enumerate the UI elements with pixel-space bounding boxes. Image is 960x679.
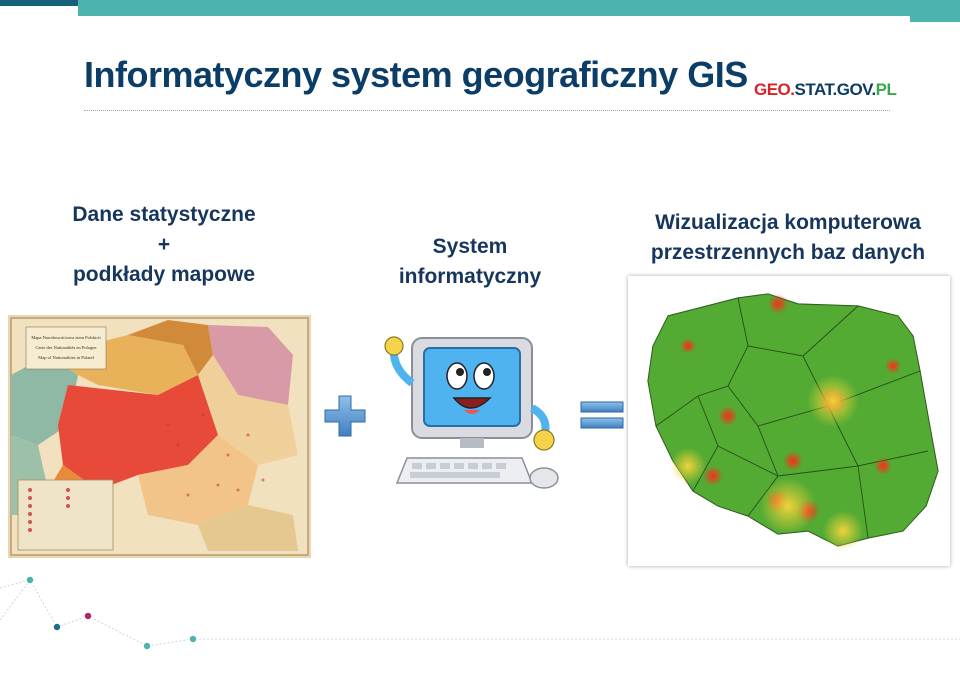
logo-part-geo: GEO.	[754, 80, 795, 99]
deco-node-5	[188, 634, 198, 644]
caption-right-line2: przestrzennych baz danych	[650, 241, 926, 264]
caption-left-line3: podkłady mapowe	[72, 263, 256, 286]
banner-teal-strip	[78, 0, 960, 16]
old-map-title-2: Carte des Nationalités en Pologne	[36, 345, 97, 350]
banner-tab	[910, 0, 960, 22]
caption-right: Wizualizacja komputerowa przestrzennych …	[635, 208, 941, 268]
gis-map-image	[647, 293, 939, 551]
logo-part-stat: STAT.GOV.	[794, 80, 877, 99]
deco-node-3	[83, 611, 93, 621]
decorative-network	[0, 575, 960, 651]
equals-icon	[580, 400, 624, 430]
caption-right-line1: Wizualizacja komputerowa	[655, 211, 921, 234]
top-banner	[0, 0, 960, 22]
caption-left-line1: Dane statystyczne	[72, 203, 256, 226]
gis-poland-map	[628, 276, 950, 566]
plus-icon	[323, 394, 367, 438]
caption-left-line2: +	[157, 233, 171, 256]
title-divider	[84, 110, 890, 111]
logo-part-pl: PL	[875, 80, 897, 99]
old-nationalities-map: Mapa Narodowościowa ziem Polskich Carte …	[8, 315, 311, 558]
deco-node-1	[25, 575, 35, 585]
geostat-logo[interactable]: GEO.STAT.GOV.PL	[754, 80, 897, 100]
banner-left-block	[0, 0, 78, 6]
caption-middle-line1: System	[432, 235, 508, 258]
old-map-image: Mapa Narodowościowa ziem Polskich Carte …	[8, 315, 311, 558]
caption-middle: System informatyczny	[380, 232, 560, 292]
caption-left: Dane statystyczne + podkłady mapowe	[50, 200, 278, 290]
deco-node-4	[142, 641, 152, 651]
old-map-title-3: Map of Nationalities in Poland	[38, 355, 94, 360]
old-map-title-1: Mapa Narodowościowa ziem Polskich	[31, 335, 101, 340]
slide-title: Informatyczny system geograficzny GIS	[84, 54, 748, 95]
caption-middle-line2: informatyczny	[398, 265, 542, 288]
deco-node-2	[52, 622, 62, 632]
computer-mascot-icon	[372, 318, 572, 498]
